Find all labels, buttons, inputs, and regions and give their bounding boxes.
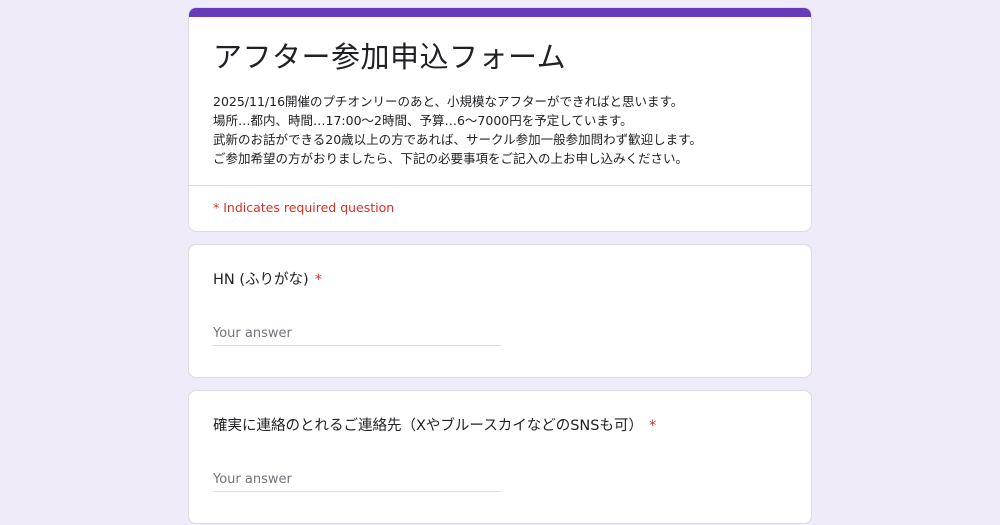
form-description: 2025/11/16開催のプチオンリーのあと、小規模なアフターができればと思いま… bbox=[213, 92, 787, 168]
description-line: 武新のお話ができる20歳以上の方であれば、サークル参加一般参加問わず歓迎します。 bbox=[213, 132, 702, 147]
form-container: アフター参加申込フォーム 2025/11/16開催のプチオンリーのあと、小規模な… bbox=[188, 7, 812, 524]
description-line: 場所…都内、時間…17:00～2時間、予算…6～7000円を予定しています。 bbox=[213, 113, 633, 128]
header-accent-bar bbox=[189, 8, 811, 17]
question-label: HN (ふりがな) * bbox=[213, 269, 322, 291]
required-asterisk: * bbox=[648, 418, 657, 434]
required-asterisk: * bbox=[314, 272, 322, 288]
question-card-hn: HN (ふりがな) * bbox=[188, 244, 812, 378]
description-line: 2025/11/16開催のプチオンリーのあと、小規模なアフターができればと思いま… bbox=[213, 94, 684, 109]
form-title: アフター参加申込フォーム bbox=[213, 40, 567, 74]
description-line: ご参加希望の方がおりましたら、下記の必要事項をご記入の上お申し込みください。 bbox=[213, 151, 689, 166]
contact-answer-input[interactable] bbox=[213, 467, 501, 492]
question-card-contact: 確実に連絡のとれるご連絡先（XやブルースカイなどのSNSも可） * bbox=[188, 390, 812, 524]
question-title: HN (ふりがな) bbox=[213, 272, 309, 288]
hn-answer-input[interactable] bbox=[213, 321, 501, 346]
question-title: 確実に連絡のとれるご連絡先（XやブルースカイなどのSNSも可） bbox=[213, 418, 643, 434]
required-question-note: * Indicates required question bbox=[213, 200, 395, 215]
header-divider bbox=[189, 185, 811, 186]
question-label: 確実に連絡のとれるご連絡先（XやブルースカイなどのSNSも可） * bbox=[213, 415, 656, 437]
form-header-card: アフター参加申込フォーム 2025/11/16開催のプチオンリーのあと、小規模な… bbox=[188, 7, 812, 232]
